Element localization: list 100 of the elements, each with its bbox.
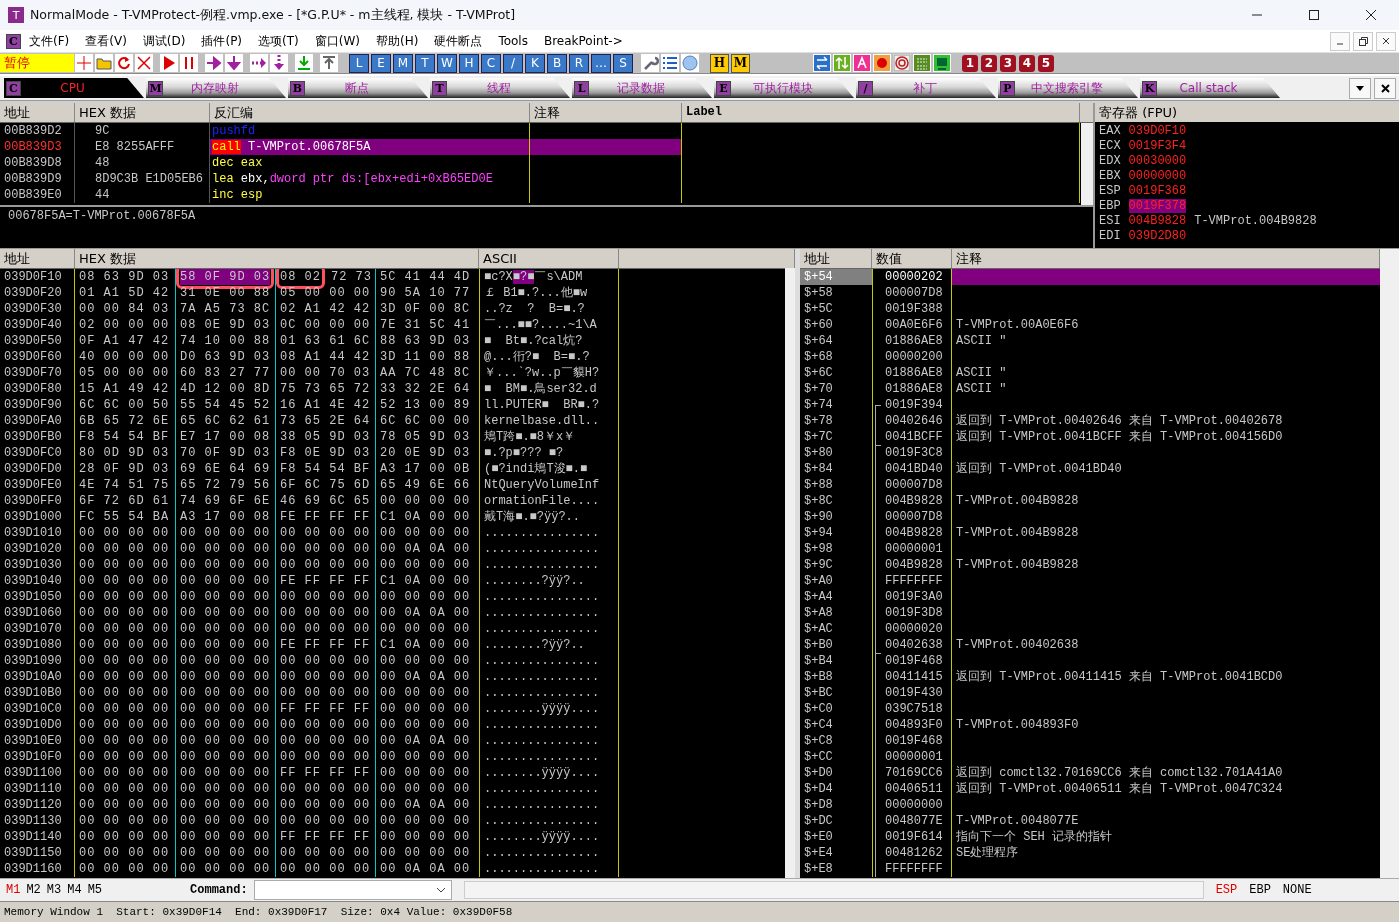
mdi-restore-button[interactable] — [1353, 31, 1373, 51]
address-cell: 039D1060 — [0, 605, 75, 621]
memory-tab[interactable]: M5 — [87, 883, 103, 897]
memory-tab[interactable]: M4 — [67, 883, 82, 897]
menu-item[interactable]: 选项(T) — [250, 32, 307, 50]
tab[interactable]: B 断点 — [288, 78, 428, 98]
register-value[interactable]: 00000000 — [1128, 168, 1187, 183]
toolbar-button[interactable]: M — [393, 53, 413, 73]
upload-icon[interactable] — [320, 54, 338, 72]
hex-bytes: 00 00 00 00 — [79, 813, 170, 829]
toolbar-button[interactable]: S — [613, 53, 633, 73]
restart-icon[interactable] — [115, 54, 133, 72]
toolbar-button[interactable]: E — [371, 53, 391, 73]
toolbar-button[interactable]: T — [415, 53, 435, 73]
toolbar-button[interactable]: 1 — [962, 54, 978, 72]
value-cell: 00000200 — [885, 349, 943, 365]
toolbar-button[interactable]: / — [503, 53, 523, 73]
toolbar-button[interactable]: 2 — [981, 54, 997, 72]
register-value[interactable]: 0019F3F4 — [1128, 138, 1187, 153]
ascii-text: ........?ÿÿ?.. — [479, 573, 619, 589]
tab[interactable]: C CPU — [4, 78, 144, 98]
tab[interactable]: E 可执行模块 — [714, 78, 854, 98]
toolbar-button[interactable]: H — [710, 53, 729, 73]
folder-icon[interactable] — [95, 54, 113, 72]
wrench-icon[interactable] — [641, 54, 659, 72]
toolbar-button[interactable]: 5 — [1038, 54, 1054, 72]
record-icon[interactable] — [873, 54, 891, 72]
hex-bytes: 0F A1 47 42 — [79, 333, 170, 349]
toolbar-button[interactable]: 4 — [1019, 54, 1035, 72]
column-header[interactable]: 注释 — [530, 103, 682, 122]
register-value[interactable]: 0019F368 — [1128, 183, 1187, 198]
column-header[interactable]: HEX 数据 — [75, 249, 479, 268]
hex-bytes: 00 00 84 03 — [79, 301, 170, 317]
maximize-icon[interactable] — [1308, 9, 1320, 21]
column-header[interactable]: 地址 — [0, 249, 75, 268]
tab[interactable]: K Call stack — [1140, 78, 1280, 98]
toolbar-button[interactable]: C — [481, 53, 501, 73]
column-header[interactable]: ASCII — [479, 249, 619, 268]
toolbar-button[interactable]: K — [525, 53, 545, 73]
close-icon[interactable] — [1365, 9, 1377, 21]
crosshair-icon[interactable] — [75, 54, 93, 72]
toolbar-button[interactable]: B — [547, 53, 567, 73]
mdi-close-button[interactable] — [1376, 31, 1396, 51]
menu-item[interactable]: Tools — [490, 34, 536, 48]
toolbar-button[interactable]: M — [731, 53, 750, 73]
letter-icon[interactable] — [853, 54, 871, 72]
tab[interactable]: P 中文搜索引擎 — [998, 78, 1138, 98]
column-header[interactable]: HEX 数据 — [75, 103, 210, 122]
menu-item[interactable]: 文件(F) — [21, 32, 78, 50]
menu-item[interactable]: 窗口(W) — [306, 32, 368, 50]
tab[interactable]: M 内存映射 — [146, 78, 286, 98]
stack-mode-button[interactable]: NONE — [1282, 883, 1312, 897]
scrollbar[interactable] — [1081, 123, 1093, 205]
register-value[interactable]: 039D2D80 — [1128, 228, 1187, 243]
address-cell: 039D1110 — [0, 781, 75, 797]
scrollbar[interactable] — [785, 268, 795, 878]
memory-tab[interactable]: M2 — [26, 883, 41, 897]
toolbar-button[interactable]: R — [569, 53, 589, 73]
register-value[interactable]: 004B9828 — [1128, 213, 1187, 228]
toolbar-button[interactable]: W — [437, 53, 457, 73]
menu-item[interactable]: BreakPoint-> — [535, 34, 631, 48]
swap-arrows-icon[interactable] — [813, 54, 831, 72]
list-icon[interactable] — [661, 54, 679, 72]
toolbar-button[interactable]: 3 — [1000, 54, 1016, 72]
toolbar-button[interactable]: H — [459, 53, 479, 73]
command-field[interactable] — [253, 880, 452, 900]
tab[interactable]: T 线程 — [430, 78, 570, 98]
stack-mode-button[interactable]: EBP — [1249, 883, 1271, 897]
download-icon[interactable] — [295, 54, 313, 72]
hex-bytes: 0C 00 00 00 — [280, 317, 371, 333]
play-icon[interactable] — [160, 54, 178, 72]
menu-item[interactable]: 调试(D) — [134, 32, 194, 50]
register-value[interactable]: 039D0F10 — [1128, 123, 1187, 138]
stack-mode-button[interactable]: ESP — [1215, 883, 1238, 897]
instruction-cell: dec eax — [210, 155, 530, 171]
tab[interactable]: L 记录数据 — [572, 78, 712, 98]
memory-tab[interactable]: M3 — [46, 883, 62, 897]
toolbar-button[interactable]: L — [349, 53, 369, 73]
memory-tab[interactable]: M1 — [6, 883, 21, 897]
column-header[interactable]: 地址 — [800, 249, 872, 268]
column-header[interactable]: 反汇编 — [210, 103, 530, 122]
pause-icon[interactable] — [180, 54, 198, 72]
menu-item[interactable]: 帮助(H) — [368, 32, 427, 50]
dropdown-button[interactable] — [1349, 77, 1371, 99]
right-arrow-icon[interactable] — [205, 54, 223, 72]
column-header[interactable]: Label — [682, 103, 1080, 122]
monitor-icon[interactable] — [933, 54, 951, 72]
up-down-arrows-icon[interactable] — [833, 54, 851, 72]
menu-item[interactable]: 查看(V) — [77, 32, 135, 50]
close-button[interactable] — [1374, 77, 1396, 99]
menu-item[interactable]: 插件(P) — [193, 32, 251, 50]
column-header[interactable]: 地址 — [0, 103, 75, 122]
tab[interactable]: / 补丁 — [856, 78, 996, 98]
scrollbar[interactable] — [1380, 249, 1399, 878]
target-icon[interactable] — [893, 54, 911, 72]
down-arrow-icon[interactable] — [225, 54, 243, 72]
toolbar-button[interactable]: … — [591, 53, 611, 73]
register-value[interactable]: 00030000 — [1128, 153, 1187, 168]
column-header[interactable]: 数值 — [872, 249, 952, 268]
menu-item[interactable]: 硬件断点 — [426, 32, 491, 50]
